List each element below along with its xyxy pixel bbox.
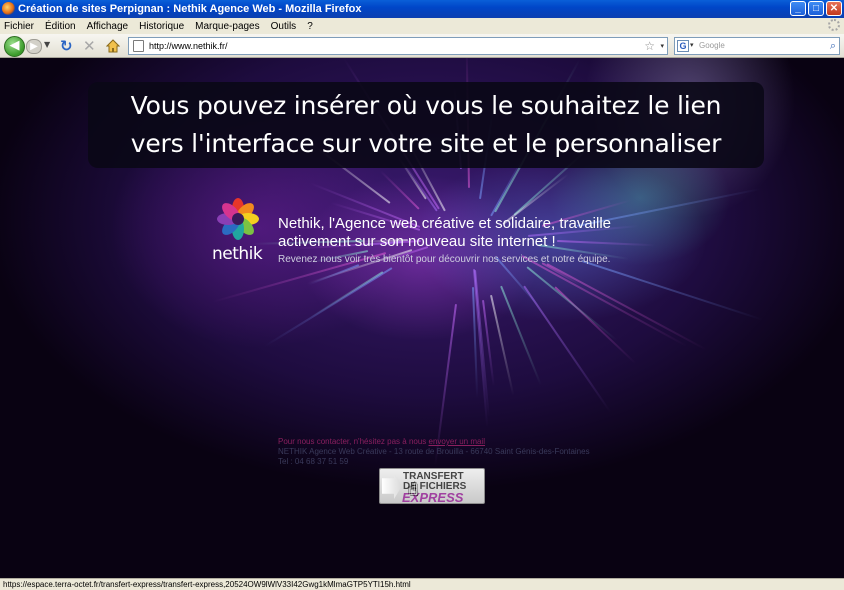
forward-button[interactable]: ▶ xyxy=(26,39,42,54)
headline-line-1: Nethik, l'Agence web créative et solidai… xyxy=(278,215,612,232)
contact-block: Pour nous contacter, n'hésitez pas à nou… xyxy=(278,437,698,467)
firefox-icon xyxy=(2,2,15,15)
banner-line-1: Vous pouvez insérer où vous le souhaitez… xyxy=(130,91,722,120)
arrow-icon xyxy=(382,473,402,499)
menu-fichier[interactable]: Fichier xyxy=(4,21,34,32)
menu-marque-pages[interactable]: Marque-pages xyxy=(195,21,259,32)
search-engine-dropdown-icon[interactable]: ▾ xyxy=(690,38,694,54)
window-title: Création de sites Perpignan : Nethik Age… xyxy=(18,3,362,15)
navigation-toolbar: ◀ ▶ ▼ ↻ ✕ http://www.nethik.fr/ ☆ ▾ G ▾ … xyxy=(0,34,844,58)
menu-historique[interactable]: Historique xyxy=(139,21,184,32)
status-bar: https://espace.terra-octet.fr/transfert-… xyxy=(0,578,844,590)
address-text: NETHIK Agence Web Créative - 13 route de… xyxy=(278,447,590,456)
transfer-express-button[interactable]: TRANSFERT DE FICHIERS EXPRESS xyxy=(379,468,485,505)
hand-cursor-icon: ☝ xyxy=(408,480,419,500)
search-go-icon[interactable]: ⌕ xyxy=(830,38,836,54)
instruction-banner: Vous pouvez insérer où vous le souhaitez… xyxy=(88,82,764,168)
menu-outils[interactable]: Outils xyxy=(271,21,297,32)
site-subline: Revenez nous voir très bientôt pour déco… xyxy=(278,254,611,265)
window-controls: _ □ ✕ xyxy=(790,1,842,16)
menu-bar: Fichier Édition Affichage Historique Mar… xyxy=(0,18,844,34)
light-streak xyxy=(581,259,764,321)
url-dropdown-icon[interactable]: ▾ xyxy=(660,39,664,55)
back-button[interactable]: ◀ xyxy=(4,36,25,57)
maximize-button[interactable]: □ xyxy=(808,1,824,16)
close-button[interactable]: ✕ xyxy=(826,1,842,16)
google-engine-icon[interactable]: G xyxy=(677,40,689,52)
search-placeholder: Google xyxy=(699,41,725,50)
light-streak xyxy=(264,266,393,347)
reload-button[interactable]: ↻ xyxy=(60,38,73,54)
home-icon[interactable] xyxy=(106,39,120,53)
menu-affichage[interactable]: Affichage xyxy=(87,21,129,32)
minimize-button[interactable]: _ xyxy=(790,1,806,16)
banner-line-2: vers l'interface sur votre site et le pe… xyxy=(130,129,722,158)
logo-wordmark: nethik xyxy=(212,244,263,264)
search-input[interactable]: G ▾ Google ⌕ xyxy=(674,37,840,55)
email-link[interactable]: envoyer un mail xyxy=(429,437,485,446)
throbber-icon xyxy=(828,19,840,31)
page-icon xyxy=(133,40,144,52)
flower-logo-icon xyxy=(217,198,259,240)
site-headline: Nethik, l'Agence web créative et solidai… xyxy=(278,215,658,251)
bookmark-star-icon[interactable]: ☆ xyxy=(644,38,655,54)
menu-edition[interactable]: Édition xyxy=(45,21,76,32)
contact-line: Pour nous contacter, n'hésitez pas à nou… xyxy=(278,437,698,447)
menu-help[interactable]: ? xyxy=(307,21,313,32)
history-dropdown-icon[interactable]: ▼ xyxy=(44,40,50,49)
address-bar[interactable]: http://www.nethik.fr/ ☆ ▾ xyxy=(128,37,668,55)
address-url: http://www.nethik.fr/ xyxy=(149,41,228,51)
phone-text: Tel : 04 68 37 51 59 xyxy=(278,457,349,466)
stop-button[interactable]: ✕ xyxy=(83,38,96,54)
window-titlebar: Création de sites Perpignan : Nethik Age… xyxy=(0,0,844,18)
headline-line-2: activement sur son nouveau site internet… xyxy=(278,233,556,250)
nethik-logo[interactable]: nethik xyxy=(212,198,264,268)
contact-prefix: Pour nous contacter, n'hésitez pas à nou… xyxy=(278,437,429,446)
